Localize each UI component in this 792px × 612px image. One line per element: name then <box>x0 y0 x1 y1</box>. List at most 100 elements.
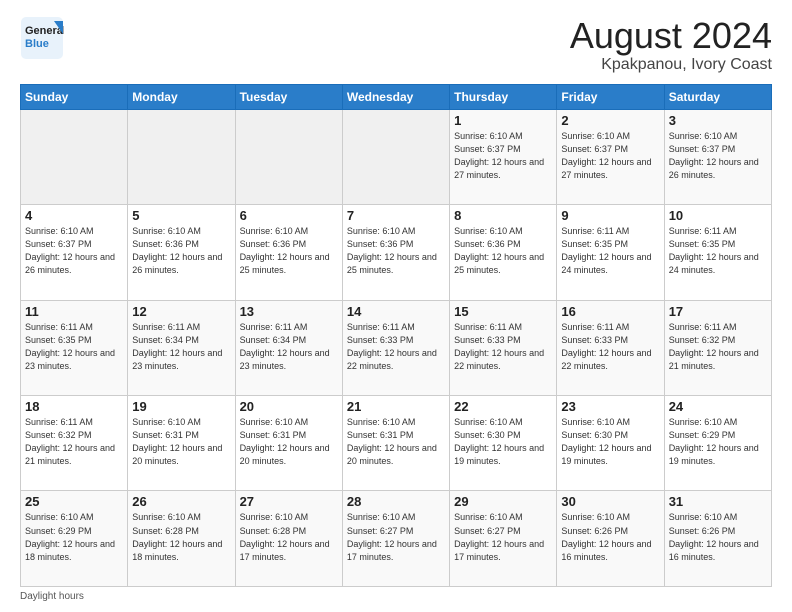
day-cell <box>342 109 449 204</box>
week-row-3: 18Sunrise: 6:11 AM Sunset: 6:32 PM Dayli… <box>21 396 772 491</box>
day-number: 3 <box>669 113 767 128</box>
header: General Blue August 2024 Kpakpanou, Ivor… <box>20 16 772 74</box>
day-number: 30 <box>561 494 659 509</box>
svg-text:Blue: Blue <box>25 38 49 50</box>
day-number: 2 <box>561 113 659 128</box>
day-number: 14 <box>347 304 445 319</box>
day-number: 31 <box>669 494 767 509</box>
header-cell-tuesday: Tuesday <box>235 84 342 109</box>
day-cell: 17Sunrise: 6:11 AM Sunset: 6:32 PM Dayli… <box>664 300 771 395</box>
day-cell: 18Sunrise: 6:11 AM Sunset: 6:32 PM Dayli… <box>21 396 128 491</box>
footer-note: Daylight hours <box>20 591 772 602</box>
title-block: August 2024 Kpakpanou, Ivory Coast <box>570 16 772 74</box>
day-number: 12 <box>132 304 230 319</box>
day-info: Sunrise: 6:11 AM Sunset: 6:34 PM Dayligh… <box>132 321 230 373</box>
day-number: 29 <box>454 494 552 509</box>
day-number: 27 <box>240 494 338 509</box>
day-cell: 1 Sunrise: 6:10 AM Sunset: 6:37 PM Daylig… <box>450 109 557 204</box>
day-info: Sunrise: 6:11 AM Sunset: 6:35 PM Dayligh… <box>669 225 767 277</box>
header-cell-thursday: Thursday <box>450 84 557 109</box>
day-cell <box>21 109 128 204</box>
day-cell: 25Sunrise: 6:10 AM Sunset: 6:29 PM Dayli… <box>21 491 128 587</box>
day-info: Sunrise: 6:11 AM Sunset: 6:33 PM Dayligh… <box>454 321 552 373</box>
day-number: 23 <box>561 399 659 414</box>
day-number: 13 <box>240 304 338 319</box>
day-info: Sunrise: 6:11 AM Sunset: 6:32 PM Dayligh… <box>669 321 767 373</box>
header-cell-monday: Monday <box>128 84 235 109</box>
day-number: 26 <box>132 494 230 509</box>
day-number: 28 <box>347 494 445 509</box>
day-cell: 2 Sunrise: 6:10 AM Sunset: 6:37 PM Daylig… <box>557 109 664 204</box>
day-info: Sunrise: 6:11 AM Sunset: 6:33 PM Dayligh… <box>347 321 445 373</box>
header-cell-saturday: Saturday <box>664 84 771 109</box>
day-info: Sunrise: 6:10 AM Sunset: 6:29 PM Dayligh… <box>669 416 767 468</box>
day-cell: 22Sunrise: 6:10 AM Sunset: 6:30 PM Dayli… <box>450 396 557 491</box>
week-row-1: 4Sunrise: 6:10 AM Sunset: 6:37 PM Daylig… <box>21 205 772 300</box>
day-number: 25 <box>25 494 123 509</box>
day-info: Sunrise: 6:10 AM Sunset: 6:37 PM Dayligh… <box>454 130 552 182</box>
day-info: Sunrise: 6:10 AM Sunset: 6:27 PM Dayligh… <box>454 511 552 563</box>
day-number: 8 <box>454 208 552 223</box>
day-info: Sunrise: 6:10 AM Sunset: 6:26 PM Dayligh… <box>669 511 767 563</box>
day-info: Sunrise: 6:10 AM Sunset: 6:31 PM Dayligh… <box>240 416 338 468</box>
day-cell: 13 Sunrise: 6:11 AM Sunset: 6:34 PM Dayli… <box>235 300 342 395</box>
day-cell: 8 Sunrise: 6:10 AM Sunset: 6:36 PM Daylig… <box>450 205 557 300</box>
day-number: 11 <box>25 304 123 319</box>
day-cell: 7 Sunrise: 6:10 AM Sunset: 6:36 PM Daylig… <box>342 205 449 300</box>
week-row-2: 11 Sunrise: 6:11 AM Sunset: 6:35 PM Dayli… <box>21 300 772 395</box>
day-info: Sunrise: 6:10 AM Sunset: 6:37 PM Dayligh… <box>561 130 659 182</box>
header-cell-wednesday: Wednesday <box>342 84 449 109</box>
day-info: Sunrise: 6:11 AM Sunset: 6:33 PM Dayligh… <box>561 321 659 373</box>
day-info: Sunrise: 6:10 AM Sunset: 6:36 PM Dayligh… <box>347 225 445 277</box>
header-cell-friday: Friday <box>557 84 664 109</box>
calendar-body: 1 Sunrise: 6:10 AM Sunset: 6:37 PM Daylig… <box>21 109 772 586</box>
subtitle: Kpakpanou, Ivory Coast <box>570 56 772 74</box>
day-number: 20 <box>240 399 338 414</box>
day-number: 19 <box>132 399 230 414</box>
day-number: 7 <box>347 208 445 223</box>
main-title: August 2024 <box>570 16 772 56</box>
day-cell: 23Sunrise: 6:10 AM Sunset: 6:30 PM Dayli… <box>557 396 664 491</box>
day-cell: 16 Sunrise: 6:11 AM Sunset: 6:33 PM Dayli… <box>557 300 664 395</box>
day-number: 9 <box>561 208 659 223</box>
day-info: Sunrise: 6:11 AM Sunset: 6:35 PM Dayligh… <box>561 225 659 277</box>
day-info: Sunrise: 6:11 AM Sunset: 6:35 PM Dayligh… <box>25 321 123 373</box>
day-cell: 15 Sunrise: 6:11 AM Sunset: 6:33 PM Dayli… <box>450 300 557 395</box>
day-cell: 10 Sunrise: 6:11 AM Sunset: 6:35 PM Dayli… <box>664 205 771 300</box>
day-cell: 28 Sunrise: 6:10 AM Sunset: 6:27 PM Dayli… <box>342 491 449 587</box>
day-cell: 30Sunrise: 6:10 AM Sunset: 6:26 PM Dayli… <box>557 491 664 587</box>
day-info: Sunrise: 6:10 AM Sunset: 6:36 PM Dayligh… <box>240 225 338 277</box>
calendar-table: SundayMondayTuesdayWednesdayThursdayFrid… <box>20 84 772 587</box>
page: General Blue August 2024 Kpakpanou, Ivor… <box>0 0 792 612</box>
day-info: Sunrise: 6:11 AM Sunset: 6:34 PM Dayligh… <box>240 321 338 373</box>
header-cell-sunday: Sunday <box>21 84 128 109</box>
day-cell: 6 Sunrise: 6:10 AM Sunset: 6:36 PM Daylig… <box>235 205 342 300</box>
logo-svg: General Blue <box>20 16 64 60</box>
day-cell: 4Sunrise: 6:10 AM Sunset: 6:37 PM Daylig… <box>21 205 128 300</box>
week-row-0: 1 Sunrise: 6:10 AM Sunset: 6:37 PM Daylig… <box>21 109 772 204</box>
day-info: Sunrise: 6:10 AM Sunset: 6:31 PM Dayligh… <box>132 416 230 468</box>
day-number: 1 <box>454 113 552 128</box>
day-info: Sunrise: 6:10 AM Sunset: 6:27 PM Dayligh… <box>347 511 445 563</box>
day-number: 6 <box>240 208 338 223</box>
day-number: 21 <box>347 399 445 414</box>
calendar-header: SundayMondayTuesdayWednesdayThursdayFrid… <box>21 84 772 109</box>
day-info: Sunrise: 6:10 AM Sunset: 6:36 PM Dayligh… <box>454 225 552 277</box>
day-info: Sunrise: 6:10 AM Sunset: 6:31 PM Dayligh… <box>347 416 445 468</box>
day-number: 10 <box>669 208 767 223</box>
day-cell: 26Sunrise: 6:10 AM Sunset: 6:28 PM Dayli… <box>128 491 235 587</box>
day-cell <box>128 109 235 204</box>
header-row: SundayMondayTuesdayWednesdayThursdayFrid… <box>21 84 772 109</box>
day-info: Sunrise: 6:10 AM Sunset: 6:30 PM Dayligh… <box>454 416 552 468</box>
day-cell: 3Sunrise: 6:10 AM Sunset: 6:37 PM Daylig… <box>664 109 771 204</box>
day-number: 15 <box>454 304 552 319</box>
day-cell: 27 Sunrise: 6:10 AM Sunset: 6:28 PM Dayli… <box>235 491 342 587</box>
day-info: Sunrise: 6:11 AM Sunset: 6:32 PM Dayligh… <box>25 416 123 468</box>
day-cell: 5Sunrise: 6:10 AM Sunset: 6:36 PM Daylig… <box>128 205 235 300</box>
day-info: Sunrise: 6:10 AM Sunset: 6:37 PM Dayligh… <box>25 225 123 277</box>
day-info: Sunrise: 6:10 AM Sunset: 6:28 PM Dayligh… <box>240 511 338 563</box>
logo: General Blue <box>20 16 64 60</box>
day-cell: 24 Sunrise: 6:10 AM Sunset: 6:29 PM Dayli… <box>664 396 771 491</box>
day-number: 24 <box>669 399 767 414</box>
day-number: 16 <box>561 304 659 319</box>
